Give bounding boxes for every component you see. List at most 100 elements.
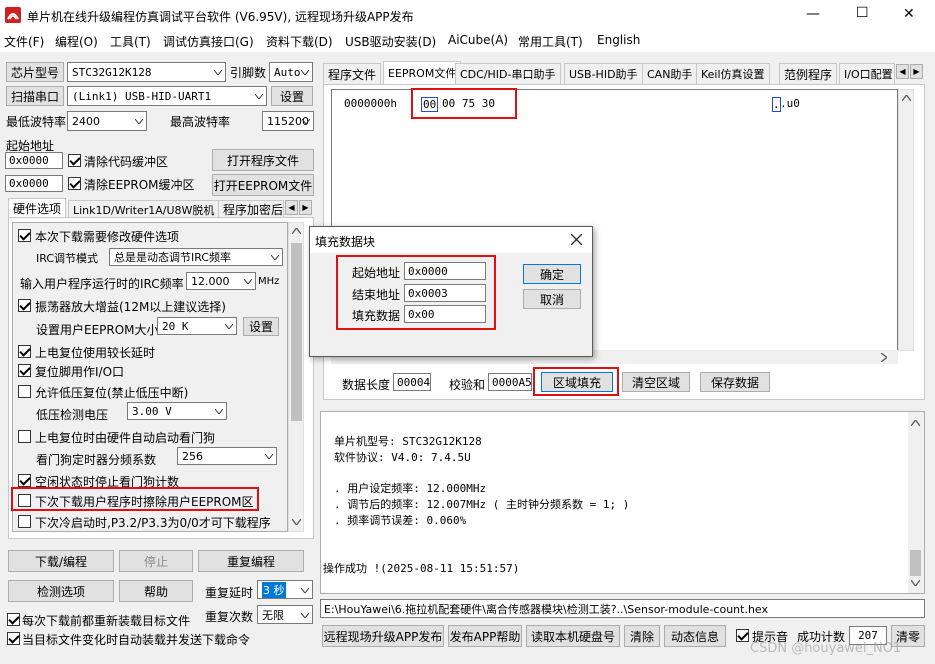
scroll-thumb[interactable] <box>291 243 302 421</box>
reset-io-label: 复位脚用作I/O口 <box>35 365 125 379</box>
port-select[interactable]: (Link1) USB-HID-UART1 <box>67 86 267 106</box>
tab-eeprom-file[interactable]: EEPROM文件 <box>383 61 462 84</box>
download-program-button[interactable]: 下载/编程 <box>8 550 114 572</box>
pin-count-select[interactable]: Auto <box>269 62 313 82</box>
dialog-start-field[interactable]: 0x0000 <box>404 262 486 280</box>
tab-usb-hid[interactable]: USB-HID助手 <box>564 63 643 84</box>
menu-tools[interactable]: 工具(T) <box>110 33 151 50</box>
tab-cdc-hid-serial[interactable]: CDC/HID-串口助手 <box>455 63 561 84</box>
publish-app-help-button[interactable]: 发布APP帮助 <box>448 625 522 647</box>
wdt-auto-checkbox[interactable] <box>18 430 31 443</box>
close-button[interactable]: ✕ <box>903 6 915 22</box>
open-eeprom-file-button[interactable]: 打开EEPROM文件 <box>212 174 314 196</box>
irc-mode-value: 总是是动态调节IRC频率 <box>114 251 232 264</box>
dialog-cancel-button[interactable]: 取消 <box>523 289 581 309</box>
log-line-protocol: 软件协议: V4.0: 7.4.5U <box>334 451 471 464</box>
eeprom-size-set-button[interactable]: 设置 <box>243 317 279 336</box>
reset-io-checkbox[interactable] <box>18 364 31 377</box>
wdt-div-select[interactable]: 256 <box>177 447 277 465</box>
chevron-down-icon <box>215 409 223 414</box>
region-fill-button[interactable]: 区域填充 <box>541 372 613 392</box>
menu-aicube[interactable]: AiCube(A) <box>448 33 508 47</box>
chip-model-select[interactable]: STC32G12K128 <box>67 62 226 82</box>
tab-program-encrypt[interactable]: 程序加密后 <box>218 200 284 218</box>
clear-code-checkbox[interactable] <box>68 154 81 167</box>
dialog-fill-label: 填充数据 <box>352 309 401 323</box>
long-delay-checkbox[interactable] <box>18 345 31 358</box>
tab-scroll-left-button[interactable]: ◀ <box>285 200 298 215</box>
tab-program-file[interactable]: 程序文件 <box>323 63 382 84</box>
help-button[interactable]: 帮助 <box>119 580 193 602</box>
tab-hardware-options[interactable]: 硬件选项 <box>8 198 67 218</box>
menu-common-tools[interactable]: 常用工具(T) <box>518 33 583 50</box>
idle-stop-wdt-checkbox[interactable] <box>18 474 31 487</box>
hex-v-scrollbar[interactable] <box>898 89 914 351</box>
port-value: (Link1) USB-HID-UART1 <box>72 89 212 103</box>
maximize-button[interactable]: ☐ <box>856 5 869 21</box>
chevron-down-icon <box>244 279 252 284</box>
eeprom-size-select[interactable]: 20 K <box>157 317 237 335</box>
clear-eeprom-checkbox[interactable] <box>68 177 81 190</box>
tab-io-config[interactable]: I/O口配置 <box>839 63 895 84</box>
minimize-button[interactable]: — <box>806 6 820 22</box>
tab-link1d-offline[interactable]: Link1D/Writer1A/U8W脱机 <box>68 200 220 218</box>
menu-download[interactable]: 资料下载(D) <box>266 33 333 50</box>
low-voltage-detect-select[interactable]: 3.00 V <box>127 402 227 420</box>
open-program-file-button[interactable]: 打开程序文件 <box>212 149 314 171</box>
menu-english[interactable]: English <box>597 33 640 47</box>
menu-debug[interactable]: 调试仿真接口(G) <box>163 33 254 50</box>
irc-freq-select[interactable]: 12.000 <box>186 272 256 290</box>
repeat-delay-select[interactable]: 3 秒 <box>257 580 313 599</box>
repeat-program-button[interactable]: 重复编程 <box>198 550 304 572</box>
tab-examples[interactable]: 范例程序 <box>779 63 838 84</box>
dialog-ok-button[interactable]: 确定 <box>523 264 581 284</box>
irc-mode-select[interactable]: 总是是动态调节IRC频率 <box>109 248 283 266</box>
max-baud-select[interactable]: 115200 <box>262 111 314 131</box>
eeprom-start-addr-field[interactable]: 0x0000 <box>5 175 63 192</box>
dialog-fill-field[interactable]: 0x00 <box>404 305 486 323</box>
port-settings-button[interactable]: 设置 <box>271 86 313 106</box>
beep-checkbox[interactable] <box>736 629 749 642</box>
ascii-text: .u0 <box>780 97 800 110</box>
right-tab-scroll-right-button[interactable]: ▶ <box>910 64 923 79</box>
tab-keil-sim[interactable]: Keil仿真设置 <box>696 63 770 84</box>
scan-port-button[interactable]: 扫描串口 <box>6 86 64 106</box>
clear-log-button[interactable]: 清除 <box>624 625 660 647</box>
stop-button[interactable]: 停止 <box>119 550 193 572</box>
dialog-end-field[interactable]: 0x0003 <box>404 284 486 302</box>
auto-send-checkbox[interactable] <box>7 632 20 645</box>
read-disk-id-button[interactable]: 读取本机硬盘号 <box>526 625 620 647</box>
scroll-thumb[interactable] <box>910 550 921 576</box>
cold-boot-checkbox[interactable] <box>18 515 31 528</box>
title-bar: 单片机在线升级编程仿真调试平台软件 (V6.95V), 远程现场升级APP发布 … <box>0 0 935 30</box>
clear-region-button[interactable]: 清空区域 <box>622 372 690 392</box>
modify-hw-checkbox[interactable] <box>18 229 31 242</box>
code-start-addr-field[interactable]: 0x0000 <box>5 152 63 169</box>
save-data-button[interactable]: 保存数据 <box>700 372 770 392</box>
tab-scroll-right-button[interactable]: ▶ <box>299 200 312 215</box>
pin-count-value: Auto <box>274 65 301 79</box>
remote-upgrade-publish-button[interactable]: 远程现场升级APP发布 <box>322 625 444 647</box>
reload-before-download-checkbox[interactable] <box>7 613 20 626</box>
hex-selected-byte[interactable]: 00 <box>421 97 439 112</box>
erase-eeprom-checkbox[interactable] <box>18 494 31 507</box>
menu-file[interactable]: 文件(F) <box>4 33 44 50</box>
menu-program[interactable]: 编程(O) <box>55 33 98 50</box>
dialog-close-icon[interactable] <box>571 234 582 245</box>
log-scrollbar[interactable] <box>908 412 924 593</box>
tab-can[interactable]: CAN助手 <box>642 63 698 84</box>
osc-gain-checkbox[interactable] <box>18 299 31 312</box>
chevron-down-icon <box>302 119 310 124</box>
dialog-end-label: 结束地址 <box>352 288 401 302</box>
hardware-options-scrollbar[interactable] <box>288 222 304 532</box>
check-options-button[interactable]: 检测选项 <box>8 580 114 602</box>
dynamic-info-button[interactable]: 动态信息 <box>664 625 726 647</box>
idle-stop-wdt-label: 空闲状态时停止看门狗计数 <box>35 475 180 489</box>
min-baud-select[interactable]: 2400 <box>67 111 147 131</box>
repeat-count-select[interactable]: 无限 <box>257 605 313 624</box>
chip-model-label[interactable]: 芯片型号 <box>6 62 64 82</box>
erase-eeprom-label: 下次下载用户程序时擦除用户EEPROM区 <box>35 495 254 509</box>
menu-usb-driver[interactable]: USB驱动安装(D) <box>345 33 436 50</box>
low-voltage-reset-checkbox[interactable] <box>18 385 31 398</box>
right-tab-scroll-left-button[interactable]: ◀ <box>896 64 909 79</box>
